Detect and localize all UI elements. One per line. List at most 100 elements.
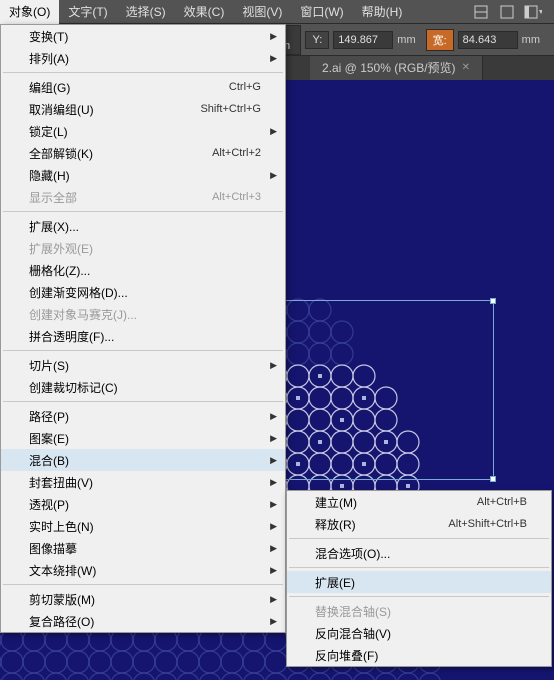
menubar: 对象(O)文字(T)选择(S)效果(C)视图(V)窗口(W)帮助(H) <box>0 0 554 24</box>
submenu-arrow-icon: ▶ <box>270 433 277 444</box>
menu-item-label: 切片(S) <box>29 357 69 374</box>
menu-item[interactable]: 文本绕排(W)▶ <box>1 559 285 581</box>
submenu-arrow-icon: ▶ <box>270 543 277 554</box>
menu-shortcut: Alt+Ctrl+2 <box>212 147 261 159</box>
menu-separator <box>289 567 549 568</box>
menubar-item[interactable]: 视图(V) <box>233 0 291 24</box>
menu-item[interactable]: 创建渐变网格(D)... <box>1 281 285 303</box>
menu-item-label: 取消编组(U) <box>29 101 94 118</box>
menu-item[interactable]: 反向混合轴(V) <box>287 622 551 644</box>
menu-item-label: 扩展(E) <box>315 574 355 591</box>
selection-handle[interactable] <box>490 476 496 482</box>
menubar-item[interactable]: 文字(T) <box>59 0 116 24</box>
menu-item[interactable]: 混合(B)▶ <box>1 449 285 471</box>
submenu-arrow-icon: ▶ <box>270 565 277 576</box>
menu-item-label: 创建对象马赛克(J)... <box>29 306 137 323</box>
layout-dropdown-icon[interactable] <box>524 3 542 21</box>
menu-item[interactable]: 复合路径(O) ▶ <box>1 610 285 632</box>
submenu-arrow-icon: ▶ <box>270 53 277 64</box>
tab-title: 2.ai @ 150% (RGB/预览) <box>322 56 456 80</box>
menu-item[interactable]: 反向堆叠(F) <box>287 644 551 666</box>
menu-item-label: 显示全部 <box>29 189 77 206</box>
menu-item[interactable]: 拼合透明度(F)... <box>1 325 285 347</box>
menu-item[interactable]: 扩展(X)... <box>1 215 285 237</box>
menu-shortcut: Ctrl+G <box>229 81 261 93</box>
menu-item-label: 建立(M) <box>315 494 357 511</box>
submenu-arrow-icon: ▶ <box>270 616 277 627</box>
menu-item[interactable]: 混合选项(O)... <box>287 542 551 564</box>
menu-item[interactable]: 变换(T) ▶ <box>1 25 285 47</box>
submenu-arrow-icon: ▶ <box>270 411 277 422</box>
menubar-item[interactable]: 选择(S) <box>117 0 175 24</box>
submenu-arrow-icon: ▶ <box>270 521 277 532</box>
menu-item-label: 实时上色(N) <box>29 518 94 535</box>
menu-item[interactable]: 图案(E)▶ <box>1 427 285 449</box>
y-unit: mm <box>397 34 415 46</box>
menu-item[interactable]: 透视(P)▶ <box>1 493 285 515</box>
submenu-arrow-icon: ▶ <box>270 170 277 181</box>
object-menu: 变换(T)▶排列(A)▶编组(G)Ctrl+G取消编组(U)Shift+Ctrl… <box>0 24 286 633</box>
menu-item-label: 扩展(X)... <box>29 218 79 235</box>
w-input[interactable] <box>458 31 518 49</box>
menu-item-label: 路径(P) <box>29 408 69 425</box>
menu-item-label: 创建渐变网格(D)... <box>29 284 128 301</box>
document-tab[interactable]: 2.ai @ 150% (RGB/预览) ✕ <box>310 56 483 80</box>
menu-item[interactable]: 隐藏(H) ▶ <box>1 164 285 186</box>
menu-shortcut: Alt+Ctrl+B <box>477 496 527 508</box>
menu-item-label: 复合路径(O) <box>29 613 94 630</box>
menu-separator <box>3 584 283 585</box>
selection-handle[interactable] <box>490 298 496 304</box>
menu-item[interactable]: 栅格化(Z)... <box>1 259 285 281</box>
close-icon[interactable]: ✕ <box>462 56 470 80</box>
menu-item-label: 反向堆叠(F) <box>315 647 378 664</box>
menu-item[interactable]: 创建裁切标记(C) <box>1 376 285 398</box>
menu-item-label: 隐藏(H) <box>29 167 70 184</box>
menu-item-label: 创建裁切标记(C) <box>29 379 118 396</box>
menu-item[interactable]: 封套扭曲(V) ▶ <box>1 471 285 493</box>
menubar-item[interactable]: 窗口(W) <box>291 0 352 24</box>
submenu-arrow-icon: ▶ <box>270 126 277 137</box>
menu-separator <box>3 350 283 351</box>
submenu-arrow-icon: ▶ <box>270 477 277 488</box>
menu-item-label: 剪切蒙版(M) <box>29 591 95 608</box>
menu-shortcut: Shift+Ctrl+G <box>200 103 261 115</box>
menu-item: 创建对象马赛克(J)... <box>1 303 285 325</box>
menu-item[interactable]: 切片(S) ▶ <box>1 354 285 376</box>
menu-item[interactable]: 排列(A)▶ <box>1 47 285 69</box>
submenu-arrow-icon: ▶ <box>270 31 277 42</box>
menu-item: 显示全部 Alt+Ctrl+3 <box>1 186 285 208</box>
menu-item[interactable]: 全部解锁(K)Alt+Ctrl+2 <box>1 142 285 164</box>
toolbar-icon-1[interactable] <box>472 3 490 21</box>
toolbar-icon-2[interactable] <box>498 3 516 21</box>
menu-item[interactable]: 实时上色(N) ▶ <box>1 515 285 537</box>
menu-item[interactable]: 建立(M) Alt+Ctrl+B <box>287 491 551 513</box>
menu-item-label: 替换混合轴(S) <box>315 603 391 620</box>
menu-item[interactable]: 锁定(L)▶ <box>1 120 285 142</box>
menubar-item[interactable]: 效果(C) <box>175 0 234 24</box>
menu-item[interactable]: 释放(R)Alt+Shift+Ctrl+B <box>287 513 551 535</box>
submenu-arrow-icon: ▶ <box>270 360 277 371</box>
menu-item[interactable]: 扩展(E) <box>287 571 551 593</box>
menu-item-label: 栅格化(Z)... <box>29 262 90 279</box>
menubar-item[interactable]: 对象(O) <box>0 0 59 24</box>
menubar-right <box>472 3 554 21</box>
menu-item-label: 变换(T) <box>29 28 68 45</box>
y-input[interactable] <box>333 31 393 49</box>
menubar-item[interactable]: 帮助(H) <box>353 0 412 24</box>
menu-separator <box>3 211 283 212</box>
menu-item[interactable]: 剪切蒙版(M) ▶ <box>1 588 285 610</box>
submenu-arrow-icon: ▶ <box>270 455 277 466</box>
menu-separator <box>289 596 549 597</box>
menu-item-label: 透视(P) <box>29 496 69 513</box>
blend-submenu: 建立(M) Alt+Ctrl+B 释放(R)Alt+Shift+Ctrl+B 混合选项… <box>286 490 552 667</box>
menu-item: 替换混合轴(S) <box>287 600 551 622</box>
menu-item[interactable]: 图像描摹▶ <box>1 537 285 559</box>
menu-item[interactable]: 路径(P) ▶ <box>1 405 285 427</box>
submenu-arrow-icon: ▶ <box>270 594 277 605</box>
menu-item[interactable]: 编组(G)Ctrl+G <box>1 76 285 98</box>
menu-item-label: 拼合透明度(F)... <box>29 328 114 345</box>
menu-separator <box>3 72 283 73</box>
menu-shortcut: Alt+Ctrl+3 <box>212 191 261 203</box>
menu-item-label: 封套扭曲(V) <box>29 474 93 491</box>
menu-item[interactable]: 取消编组(U) Shift+Ctrl+G <box>1 98 285 120</box>
